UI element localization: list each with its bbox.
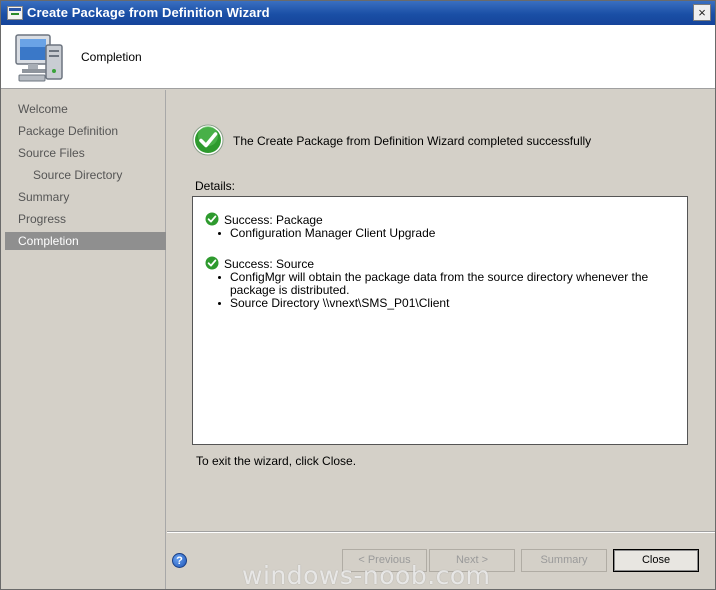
window-title: Create Package from Definition Wizard — [27, 5, 270, 20]
sidebar-item-welcome: Welcome — [18, 102, 68, 116]
success-check-icon — [205, 256, 219, 270]
details-panel[interactable]: Success: Package Configuration Manager C… — [192, 196, 688, 445]
sidebar-item-package-definition: Package Definition — [18, 124, 119, 138]
wizard-header: Completion — [1, 25, 715, 89]
app-icon — [7, 6, 23, 20]
success-check-icon — [205, 212, 219, 226]
summary-button[interactable]: Summary — [521, 549, 607, 572]
close-button[interactable]: Close — [613, 549, 699, 572]
detail-bullet: Source Directory \\vnext\SMS_P01\Client — [205, 297, 683, 310]
detail-heading: Success: Source — [224, 257, 315, 271]
exit-instructions: To exit the wizard, click Close. — [196, 454, 357, 468]
window-close-button[interactable]: × — [693, 4, 711, 21]
sidebar-item-completion: Completion — [5, 232, 166, 250]
success-check-icon — [192, 124, 224, 156]
status-message: The Create Package from Definition Wizar… — [233, 134, 592, 148]
wizard-steps-sidebar: Welcome Package Definition Source Files … — [5, 90, 166, 589]
detail-section-source: Success: Source ConfigMgr will obtain th… — [205, 255, 683, 310]
detail-heading: Success: Package — [224, 213, 323, 227]
sidebar-item-progress: Progress — [18, 212, 67, 226]
watermark: windows-noob.com — [242, 561, 491, 590]
computer-icon — [15, 34, 63, 82]
page-title: Completion — [81, 50, 142, 64]
sidebar-item-source-directory: Source Directory — [33, 168, 123, 182]
sidebar-item-summary: Summary — [18, 190, 70, 204]
sidebar-item-source-files: Source Files — [18, 146, 85, 160]
wizard-window: Create Package from Definition Wizard × … — [0, 0, 716, 590]
details-label: Details: — [195, 179, 236, 193]
detail-bullet: ConfigMgr will obtain the package data f… — [205, 271, 683, 297]
main-content: The Create Package from Definition Wizar… — [167, 90, 715, 534]
detail-bullet: Configuration Manager Client Upgrade — [205, 227, 683, 240]
detail-section-package: Success: Package Configuration Manager C… — [205, 211, 683, 240]
help-icon[interactable]: ? — [172, 553, 187, 568]
title-bar[interactable]: Create Package from Definition Wizard × — [1, 1, 715, 25]
